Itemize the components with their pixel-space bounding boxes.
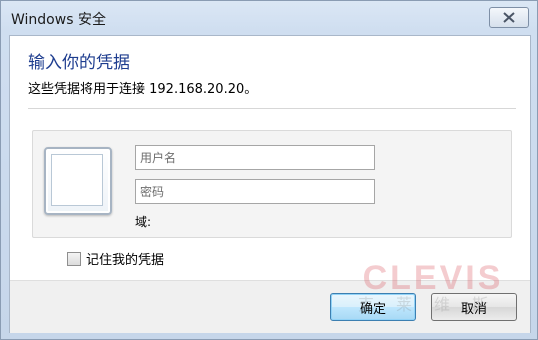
user-tile (44, 147, 112, 215)
watermark-subtext: 克莱维斯 (357, 295, 510, 314)
remember-checkbox[interactable] (67, 251, 81, 266)
title-bar: Windows 安全 (1, 1, 537, 35)
close-icon (503, 12, 515, 23)
username-input[interactable] (135, 145, 375, 170)
dialog-heading: 输入你的凭据 (28, 53, 130, 73)
remember-label: 记住我的凭据 (86, 253, 165, 268)
remember-credentials[interactable]: 记住我的凭据 (67, 249, 164, 268)
divider (28, 108, 516, 109)
user-tile-frame (51, 154, 103, 206)
domain-label: 域: (135, 215, 152, 229)
close-button[interactable] (489, 7, 529, 28)
dialog-subtext: 这些凭据将用于连接 192.168.20.20。 (28, 82, 258, 97)
password-input[interactable] (135, 179, 375, 204)
window-title: Windows 安全 (11, 12, 106, 28)
credential-panel: 域: (32, 130, 512, 238)
dialog-window: Windows 安全 输入你的凭据 这些凭据将用于连接 192.168.20.2… (0, 0, 538, 340)
